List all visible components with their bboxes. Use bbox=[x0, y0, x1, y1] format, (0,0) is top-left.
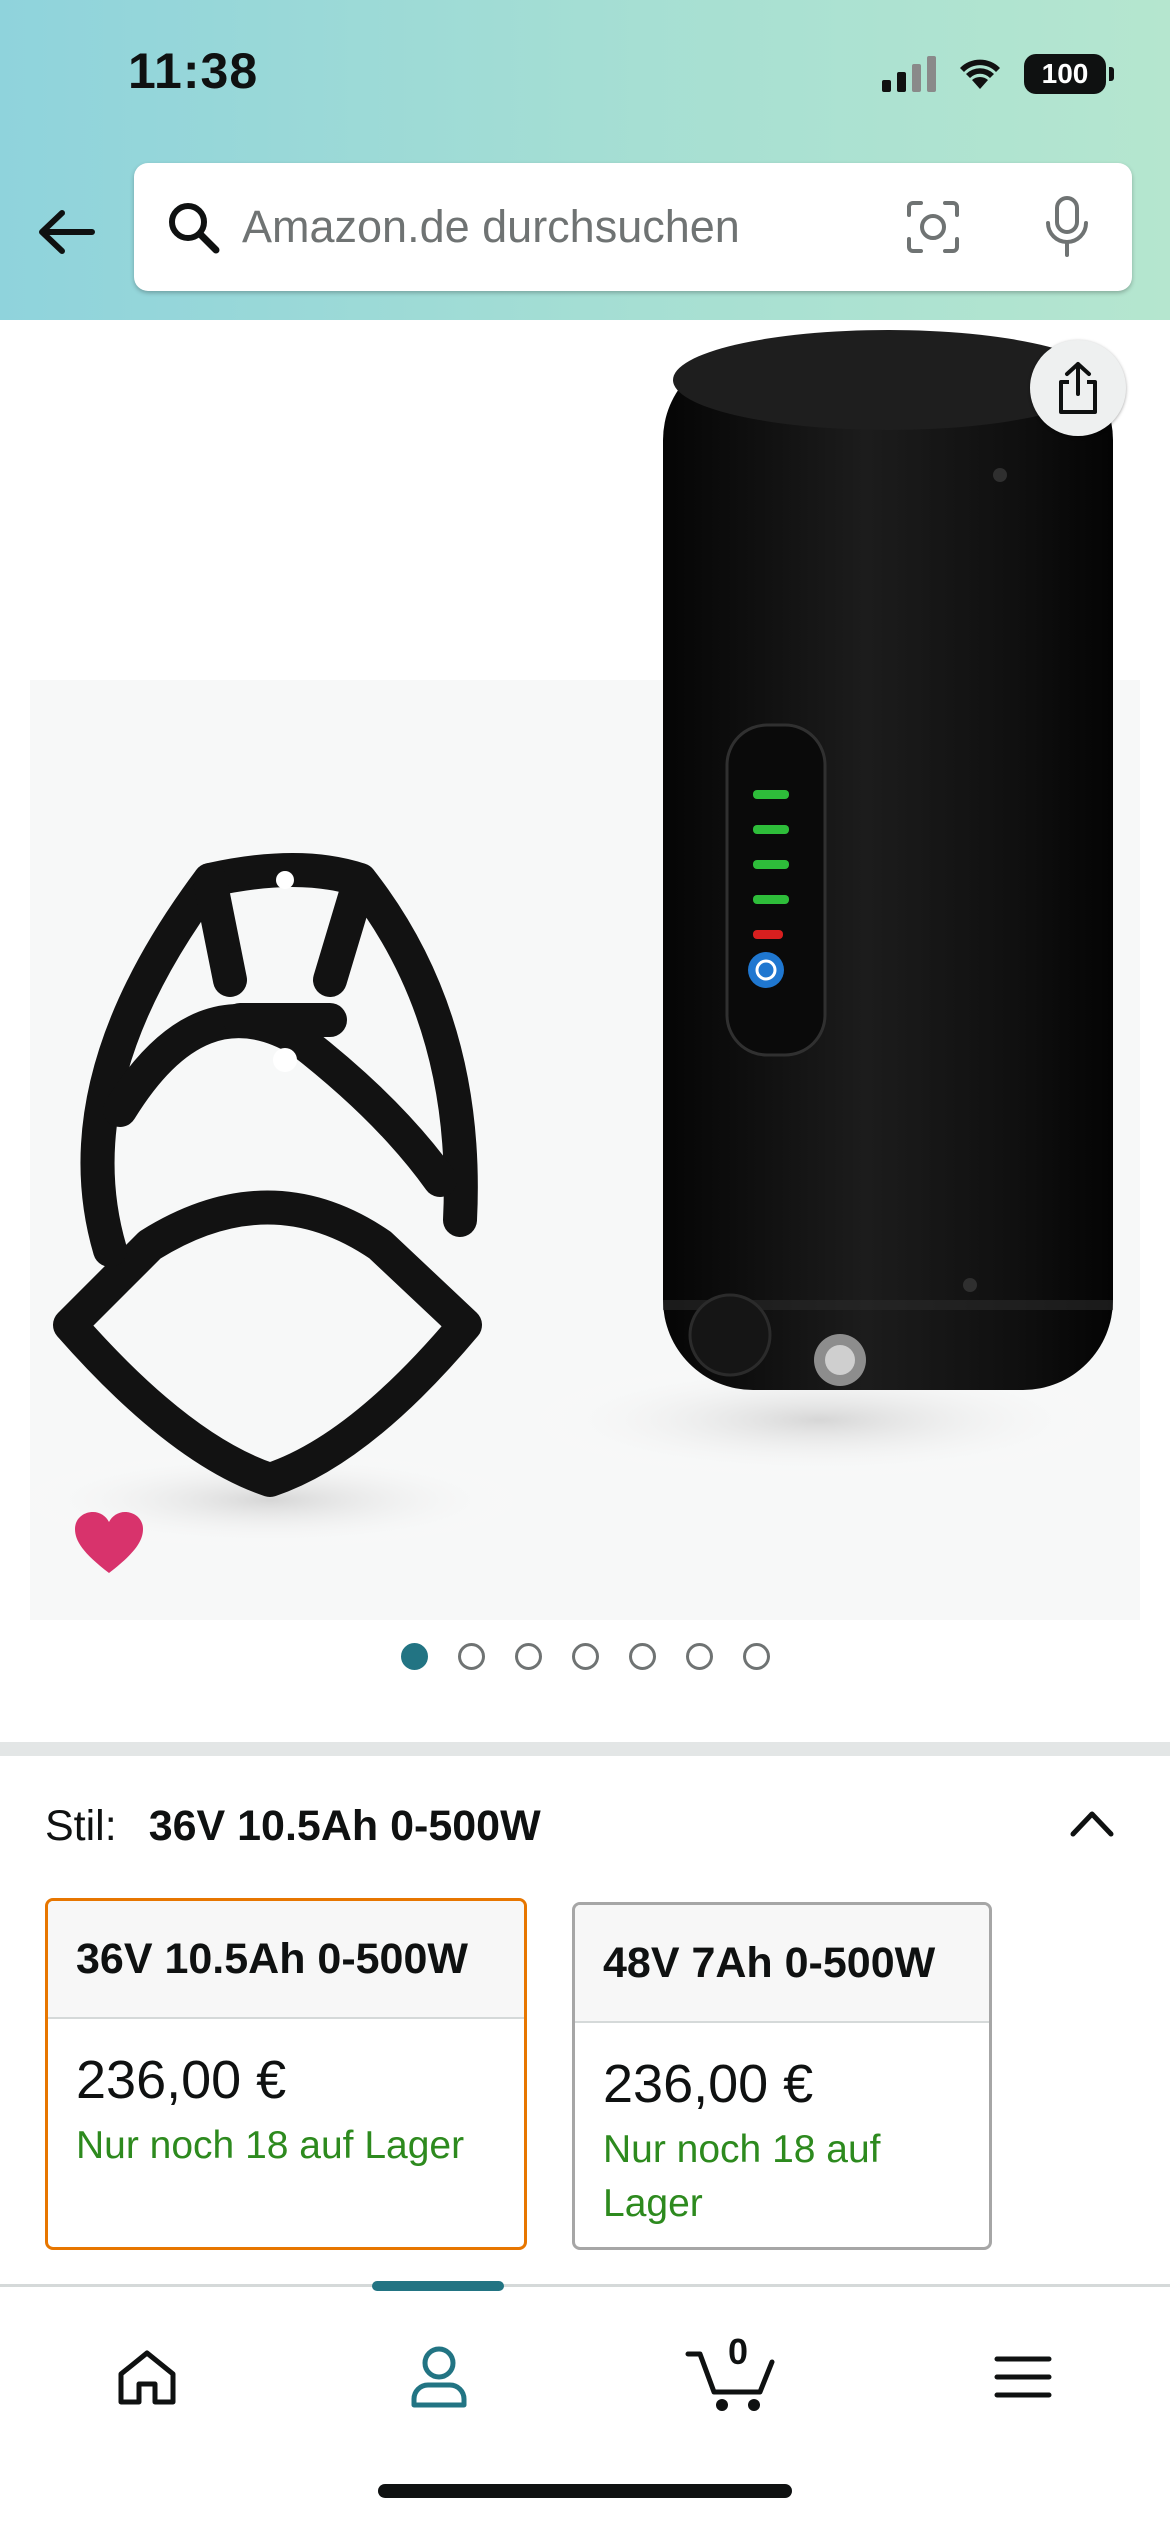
wishlist-button[interactable] bbox=[66, 1500, 152, 1586]
share-icon bbox=[1059, 362, 1097, 414]
nav-menu-button[interactable] bbox=[968, 2327, 1078, 2427]
product-page: 11:38 100 Amazon.de durchsuchen Stil: 36… bbox=[0, 0, 1170, 2532]
voice-search-button[interactable] bbox=[1032, 192, 1102, 262]
style-option-price: 236,00 € bbox=[76, 2050, 287, 2110]
person-icon bbox=[411, 2346, 467, 2408]
style-option-stock: Nur noch 18 auf Lager bbox=[603, 2128, 881, 2225]
style-option-name: 48V 7Ah 0-500W bbox=[575, 1905, 989, 2023]
carousel-dot[interactable] bbox=[400, 1643, 428, 1670]
nav-account-button[interactable] bbox=[384, 2327, 494, 2427]
status-time: 11:38 bbox=[128, 43, 259, 99]
nav-home-button[interactable] bbox=[92, 2327, 202, 2427]
carousel-dot[interactable] bbox=[457, 1643, 485, 1670]
carousel-dots bbox=[0, 1643, 1170, 1670]
cart-count: 0 bbox=[728, 2331, 749, 2372]
battery-level: 100 bbox=[1041, 58, 1089, 89]
carousel-dot[interactable] bbox=[514, 1643, 542, 1670]
cellular-signal-icon bbox=[882, 56, 936, 92]
search-icon bbox=[158, 192, 228, 262]
nav-cart-button[interactable]: 0 bbox=[676, 2327, 786, 2427]
style-option-name: 36V 10.5Ah 0-500W bbox=[48, 1901, 524, 2019]
section-divider bbox=[0, 1742, 1170, 1756]
active-tab-indicator bbox=[372, 2281, 504, 2291]
product-image-carousel[interactable] bbox=[0, 320, 1170, 1740]
header: 11:38 100 bbox=[0, 0, 1170, 320]
product-image bbox=[10, 330, 1140, 1620]
style-option-card[interactable]: 48V 7Ah 0-500W 236,00 € Nur noch 18 auf … bbox=[572, 1902, 992, 2250]
carousel-dot[interactable] bbox=[628, 1643, 656, 1670]
style-selected-value: 36V 10.5Ah 0-500W bbox=[148, 1801, 541, 1850]
home-icon bbox=[118, 2350, 176, 2405]
microphone-icon bbox=[1046, 196, 1088, 257]
search-input[interactable] bbox=[242, 201, 862, 253]
battery-icon: 100 bbox=[1024, 54, 1114, 94]
collapse-button[interactable] bbox=[1059, 1790, 1125, 1856]
camera-lens-icon bbox=[907, 201, 959, 253]
wifi-icon bbox=[960, 59, 1000, 89]
carousel-dot[interactable] bbox=[685, 1643, 713, 1670]
style-option-price: 236,00 € bbox=[603, 2054, 814, 2114]
style-option-card[interactable]: 36V 10.5Ah 0-500W 236,00 € Nur noch 18 a… bbox=[45, 1898, 527, 2250]
chevron-up-icon bbox=[1070, 1811, 1114, 1837]
arrow-left-icon bbox=[39, 210, 95, 254]
carousel-dot[interactable] bbox=[571, 1643, 599, 1670]
search-bar[interactable] bbox=[134, 163, 1132, 291]
heart-icon bbox=[75, 1512, 143, 1573]
back-button[interactable] bbox=[30, 196, 102, 268]
share-button[interactable] bbox=[1030, 340, 1126, 436]
status-icons: 100 bbox=[882, 54, 1114, 94]
style-option-stock: Nur noch 18 auf Lager bbox=[76, 2124, 465, 2167]
hamburger-icon bbox=[994, 2356, 1052, 2398]
camera-search-button[interactable] bbox=[898, 192, 968, 262]
style-selector-header: Stil: 36V 10.5Ah 0-500W bbox=[45, 1796, 1125, 1856]
carousel-dot[interactable] bbox=[742, 1643, 770, 1670]
home-indicator bbox=[378, 2484, 792, 2498]
style-label: Stil: bbox=[45, 1801, 117, 1850]
